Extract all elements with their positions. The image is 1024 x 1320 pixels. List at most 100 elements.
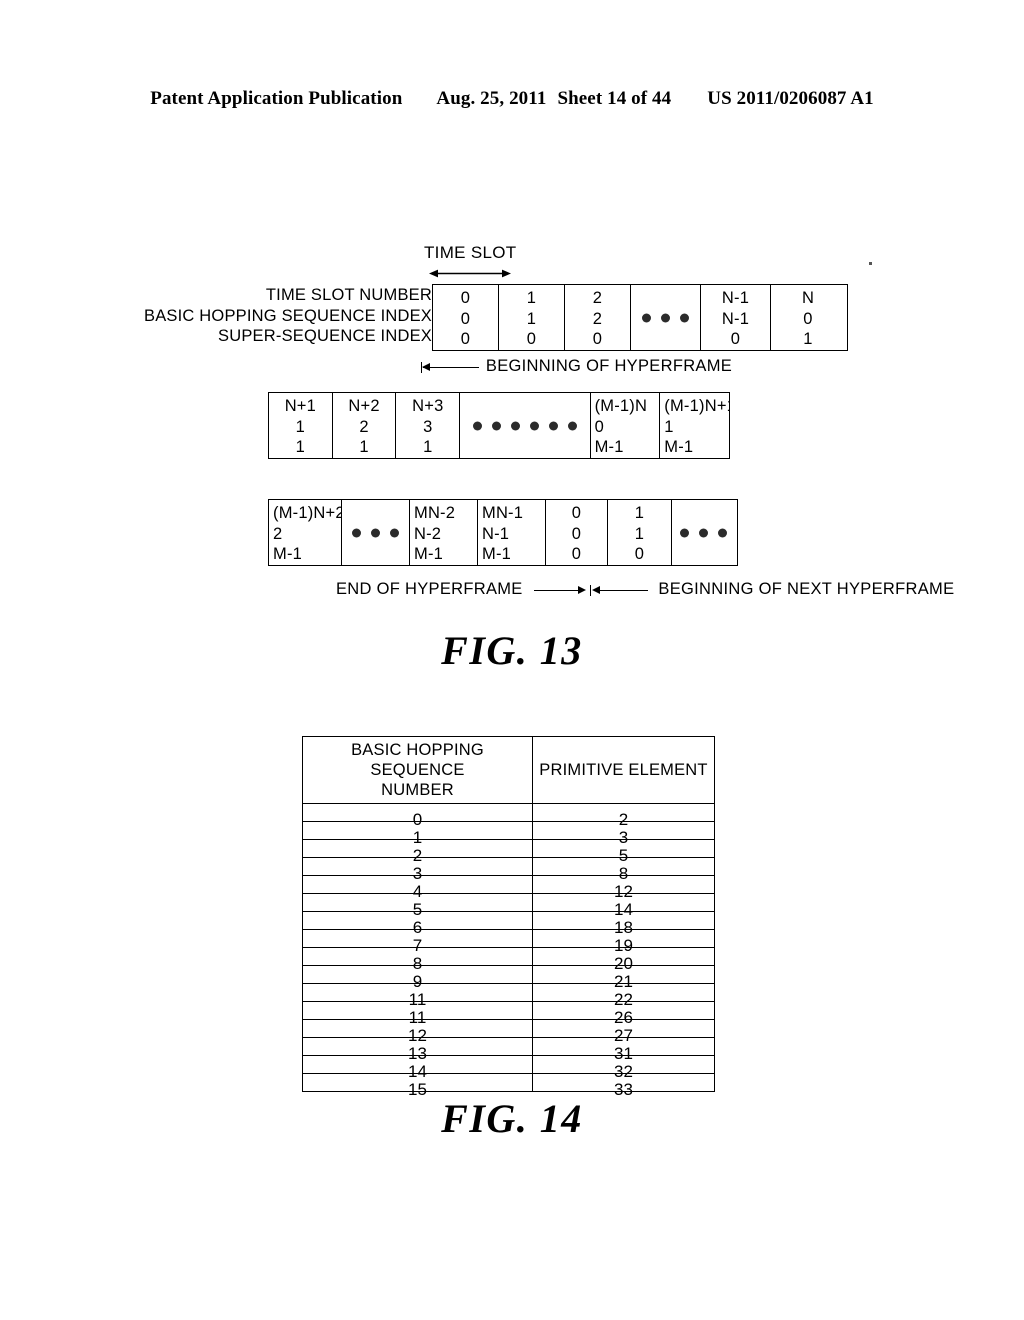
fig13-cell: MN-1 N-1 M-1 — [478, 500, 546, 565]
cell-line-3: 1 — [359, 438, 369, 456]
fig13-cell: 0 0 0 — [546, 500, 608, 565]
cell-line-1: N — [801, 289, 815, 307]
fig13-strip-3: (M-1)N+2 2 M-1 MN-2 N-2 M-1 MN-1 N-1 M-1… — [268, 499, 738, 566]
cell-line-1: 1 — [526, 289, 537, 307]
cell-line-3: M-1 — [482, 545, 512, 563]
cell-line-2: N-1 — [721, 309, 750, 328]
fig13-cell: N+1 1 1 — [269, 393, 333, 458]
cell-line-2: 0 — [803, 309, 813, 328]
cell-line-1: N+3 — [412, 397, 444, 415]
table-row: 11 26 — [302, 1001, 715, 1026]
cell-line-1: (M-1)N+2 — [273, 504, 342, 522]
cell-line-3: 0 — [592, 330, 603, 348]
table-row: 6 18 — [302, 911, 715, 936]
cell-line-2: 1 — [664, 417, 674, 436]
table-row: 14 32 — [302, 1055, 715, 1080]
cell-line-2: 0 — [594, 417, 604, 436]
header-sheet: Sheet 14 of 44 — [557, 88, 672, 109]
cell-line-3: M-1 — [664, 438, 694, 456]
ellipsis-dots-icon — [672, 528, 735, 537]
row-label-time-slot-number: TIME SLOT NUMBER — [265, 286, 432, 304]
cell-line-3: 0 — [460, 330, 471, 348]
table-row: 25 — [302, 839, 715, 864]
fig13-cell: N+2 2 1 — [333, 393, 397, 458]
cell-line-2: 2 — [359, 417, 369, 436]
column-header-primitive-element: PRIMITIVE ELEMENT — [532, 736, 715, 804]
cell-line-3: M-1 — [414, 545, 444, 563]
table-row: 11 22 — [302, 983, 715, 1008]
page-header: Patent Application Publication Aug. 25, 2… — [0, 88, 1024, 110]
fig13-cell: 0 0 0 — [433, 285, 499, 350]
cell-line-2: N-2 — [414, 524, 442, 543]
beginning-of-hyperframe-note: BEGINNING OF HYPERFRAME — [421, 357, 732, 376]
row-label-super-sequence-index: SUPER-SEQUENCE INDEX — [218, 327, 432, 345]
column-header-basic-hopping-sequence-number: BASIC HOPPING SEQUENCE NUMBER — [302, 736, 533, 804]
cell-line-1: MN-2 — [414, 504, 456, 522]
cell-line-2: 1 — [634, 524, 645, 543]
cell-line-1: N-1 — [721, 289, 750, 307]
fig13-strip-1: 0 0 0 1 1 0 2 2 0 N-1 N-1 0 N 0 1 — [432, 284, 848, 351]
fig13-cell-ellipsis — [672, 500, 735, 565]
cell-line-1: 0 — [571, 504, 582, 522]
table-row: 13 31 — [302, 1037, 715, 1062]
cell-line-3: 1 — [423, 438, 433, 456]
cell-line-2: 2 — [592, 309, 603, 328]
time-slot-label: TIME SLOT — [424, 243, 517, 262]
leader-line-converging-arrows — [532, 584, 650, 596]
table-header-row: BASIC HOPPING SEQUENCE NUMBER PRIMITIVE … — [302, 736, 715, 804]
fig13-row-labels: TIME SLOT NUMBER BASIC HOPPING SEQUENCE … — [0, 285, 432, 347]
cell-line-1: N+2 — [348, 397, 380, 415]
cell-line-1: (M-1)N+1 — [664, 397, 729, 415]
row-label-basic-hopping-sequence-index: BASIC HOPPING SEQUENCE INDEX — [144, 306, 432, 325]
cell-line-2: 1 — [526, 309, 537, 328]
fig13-cell: (M-1)N+1 1 M-1 — [660, 393, 729, 458]
fig13-cell: N-1 N-1 0 — [701, 285, 771, 350]
header-publication: Patent Application Publication — [150, 88, 403, 109]
basic-hopping-sequence-table: BASIC HOPPING SEQUENCE NUMBER PRIMITIVE … — [302, 736, 715, 1098]
cell-sequence-number: 0 — [302, 803, 533, 828]
header-line-1: BASIC HOPPING SEQUENCE — [351, 741, 484, 779]
fig13-cell: MN-2 N-2 M-1 — [410, 500, 478, 565]
fig13-cell: N+3 3 1 — [396, 393, 461, 458]
header-date: Aug. 25, 2011 — [436, 88, 547, 109]
fig13-cell-ellipsis — [631, 285, 701, 350]
cell-line-1: MN-1 — [482, 504, 524, 522]
cell-line-3: M-1 — [273, 545, 303, 563]
fig13-cell: 1 1 0 — [608, 500, 672, 565]
table-row: 15 33 — [302, 1073, 715, 1098]
figure-13-caption: FIG. 13 — [441, 628, 583, 673]
table-row: 5 14 — [302, 893, 715, 918]
fig13-cell: (M-1)N 0 M-1 — [591, 393, 661, 458]
leader-line-left-arrow — [421, 361, 481, 373]
cell-line-1: N+1 — [284, 397, 317, 415]
table-row: 13 — [302, 821, 715, 846]
ellipsis-dots-icon — [342, 528, 409, 537]
fig13-cell: 1 1 0 — [499, 285, 565, 350]
cell-line-3: 0 — [526, 330, 537, 348]
table-row: 7 19 — [302, 929, 715, 954]
cell-primitive-element: 2 — [532, 803, 715, 828]
end-of-hyperframe-note: END OF HYPERFRAME BEGINNING OF NEXT HYPE… — [336, 580, 954, 599]
cell-line-1: 0 — [460, 289, 471, 307]
fig13-cell-ellipsis — [342, 500, 410, 565]
fig13-cell: 2 2 0 — [565, 285, 631, 350]
table-row: 02 — [302, 803, 715, 828]
table-row: 38 — [302, 857, 715, 882]
beginning-of-next-hyperframe-text: BEGINNING OF NEXT HYPERFRAME — [658, 580, 955, 598]
fig13-cell: (M-1)N+2 2 M-1 — [269, 500, 342, 565]
table-row: 4 12 — [302, 875, 715, 900]
time-slot-span-arrow — [429, 269, 511, 278]
end-of-hyperframe-text: END OF HYPERFRAME — [336, 580, 523, 598]
cell-line-1: (M-1)N — [594, 397, 648, 415]
table-row: 9 21 — [302, 965, 715, 990]
header-line-2: NUMBER — [381, 781, 454, 799]
header-line-1: PRIMITIVE ELEMENT — [539, 761, 708, 779]
cell-line-2: N-1 — [482, 524, 510, 543]
cell-line-2: 2 — [273, 524, 283, 543]
cell-line-3: 0 — [730, 330, 741, 348]
table-row: 8 20 — [302, 947, 715, 972]
cell-line-1: 2 — [592, 289, 603, 307]
cell-line-2: 0 — [571, 524, 582, 543]
fig13-cell: N 0 1 — [771, 285, 845, 350]
ellipsis-dots-icon — [460, 421, 589, 430]
